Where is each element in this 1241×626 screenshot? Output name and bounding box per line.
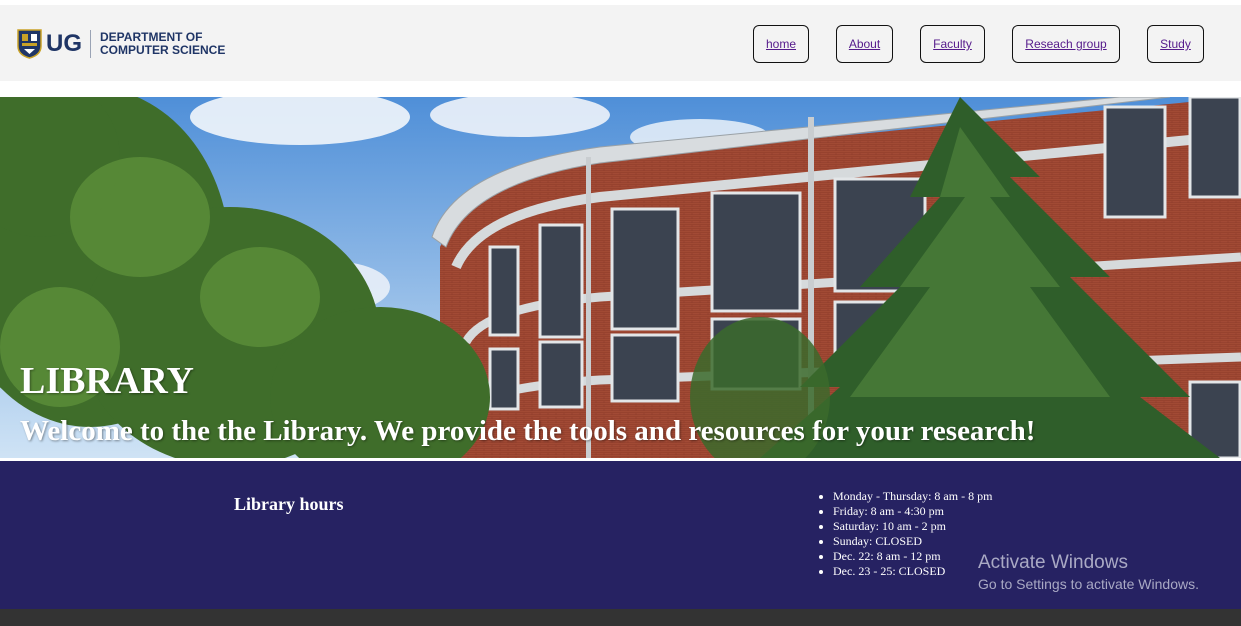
university-crest-icon [17,29,42,59]
nav-faculty-link[interactable]: Faculty [920,25,985,63]
library-hours-heading: Library hours [234,494,344,514]
activate-windows-watermark: Activate Windows Go to Settings to activ… [978,551,1199,593]
logo-divider [90,30,91,58]
list-item: Monday - Thursday: 8 am - 8 pm [833,489,992,504]
list-item: Dec. 22: 8 am - 12 pm [833,549,992,564]
library-hours-list: Monday - Thursday: 8 am - 8 pm Friday: 8… [815,489,992,579]
list-item: Dec. 23 - 25: CLOSED [833,564,992,579]
activate-windows-subtitle: Go to Settings to activate Windows. [978,576,1199,592]
nav-study-link[interactable]: Study [1147,25,1204,63]
nav-about-link[interactable]: About [836,25,893,63]
library-hours-section: Library hours Monday - Thursday: 8 am - … [0,461,1241,609]
department-line-2: COMPUTER SCIENCE [100,43,226,57]
hero-subtitle: Welcome to the the Library. We provide t… [20,415,1036,447]
hero-title: LIBRARY [20,360,194,402]
list-item: Sunday: CLOSED [833,534,992,549]
hero-banner: LIBRARY Welcome to the the Library. We p… [0,97,1241,458]
library-building-image [0,97,1241,458]
site-logo[interactable]: UG DEPARTMENT OF COMPUTER SCIENCE [17,26,225,62]
nav-research-group-link[interactable]: Reseach group [1012,25,1120,63]
logo-abbr: UG [46,30,82,57]
list-item: Saturday: 10 am - 2 pm [833,519,992,534]
site-header: UG DEPARTMENT OF COMPUTER SCIENCE home A… [0,5,1241,81]
department-name: DEPARTMENT OF COMPUTER SCIENCE [100,31,225,57]
activate-windows-title: Activate Windows [978,552,1128,573]
page-footer [0,609,1241,626]
list-item: Friday: 8 am - 4:30 pm [833,504,992,519]
nav-home-link[interactable]: home [753,25,809,63]
